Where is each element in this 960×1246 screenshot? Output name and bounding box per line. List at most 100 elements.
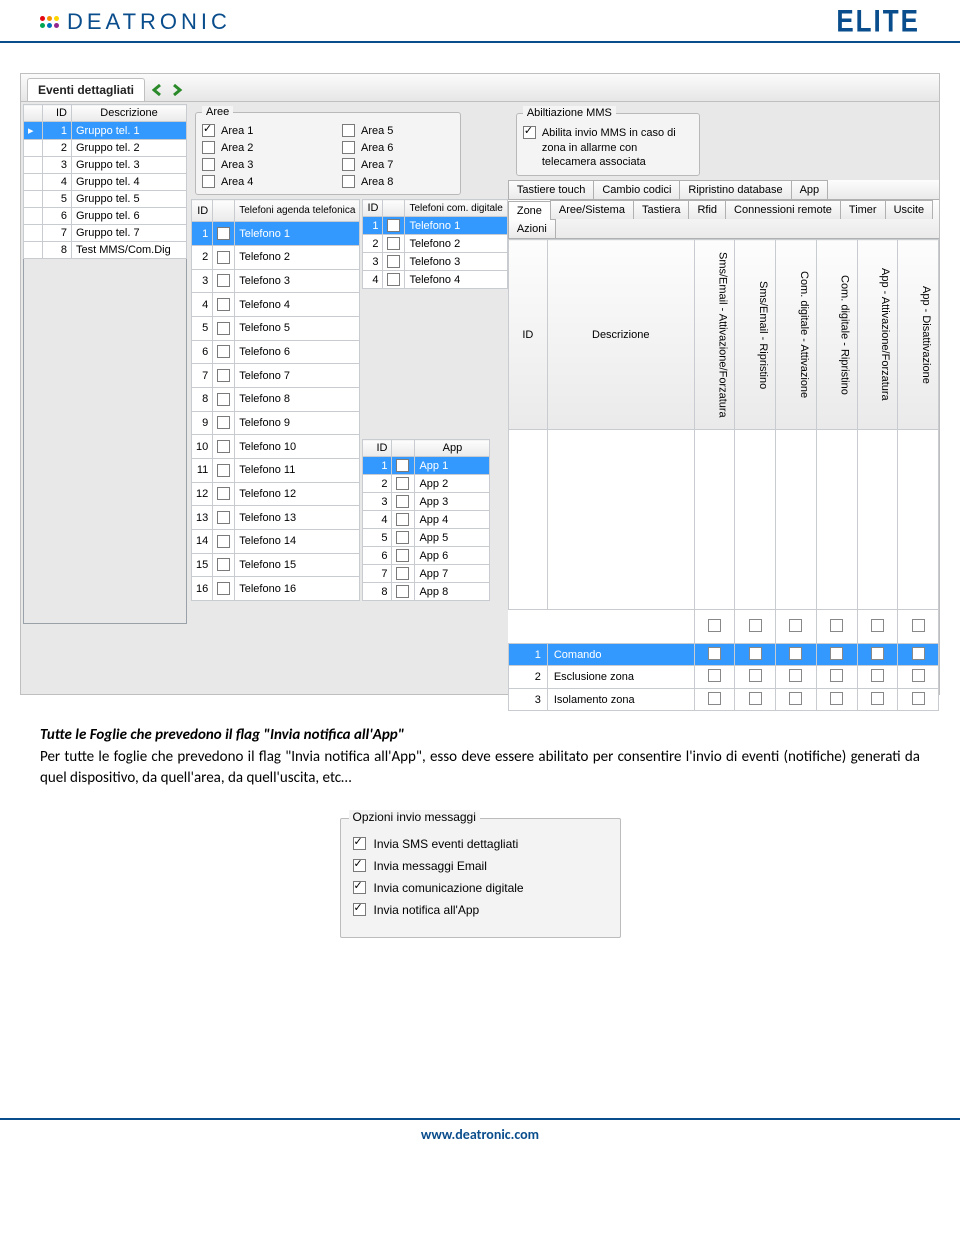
table-row[interactable]: 12Telefono 12 bbox=[192, 482, 360, 506]
table-row[interactable]: 2Esclusione zona bbox=[508, 666, 938, 688]
tab-rfid[interactable]: Rfid bbox=[688, 200, 726, 219]
mms-checkbox[interactable] bbox=[523, 126, 536, 139]
checkbox-icon[interactable] bbox=[830, 669, 843, 682]
tab-timer[interactable]: Timer bbox=[840, 200, 886, 219]
table-row[interactable]: 3Gruppo tel. 3 bbox=[24, 157, 187, 174]
table-row[interactable]: 14Telefono 14 bbox=[192, 529, 360, 553]
table-row[interactable]: 4Telefono 4 bbox=[192, 293, 360, 317]
table-row[interactable]: 2Gruppo tel. 2 bbox=[24, 140, 187, 157]
table-row[interactable]: 6Gruppo tel. 6 bbox=[24, 208, 187, 225]
tab-eventi-dettagliati[interactable]: Eventi dettagliati bbox=[27, 78, 145, 101]
checkbox-icon[interactable] bbox=[217, 511, 230, 524]
table-row[interactable]: 8App 8 bbox=[363, 583, 490, 601]
checkbox-icon[interactable] bbox=[217, 227, 230, 240]
tab-tastiera[interactable]: Tastiera bbox=[633, 200, 690, 219]
checkbox-icon[interactable] bbox=[789, 647, 802, 660]
checkbox-icon[interactable] bbox=[202, 141, 215, 154]
checkbox-icon[interactable] bbox=[342, 158, 355, 171]
checkbox-icon[interactable] bbox=[396, 477, 409, 490]
checkbox-icon[interactable] bbox=[708, 647, 721, 660]
checkbox-icon[interactable] bbox=[912, 692, 925, 705]
table-row[interactable]: 1Comando bbox=[508, 644, 938, 666]
groups-grid[interactable]: IDDescrizione ▸1Gruppo tel. 12Gruppo tel… bbox=[23, 104, 187, 624]
table-row[interactable]: 4Telefono 4 bbox=[363, 271, 507, 289]
table-row[interactable]: 8Telefono 8 bbox=[192, 387, 360, 411]
checkbox-icon[interactable] bbox=[396, 459, 409, 472]
area-checkbox-item[interactable]: Area 5 bbox=[342, 124, 454, 137]
checkbox-icon[interactable] bbox=[217, 487, 230, 500]
checkbox-icon[interactable] bbox=[789, 692, 802, 705]
checkbox-icon[interactable] bbox=[353, 903, 366, 916]
table-row[interactable]: 3Isolamento zona bbox=[508, 688, 938, 710]
nav-forward-icon[interactable] bbox=[169, 83, 185, 97]
checkbox-icon[interactable] bbox=[396, 567, 409, 580]
table-row[interactable]: 1App 1 bbox=[363, 457, 490, 475]
checkbox-icon[interactable] bbox=[202, 158, 215, 171]
checkbox-icon[interactable] bbox=[789, 669, 802, 682]
table-row[interactable]: 11Telefono 11 bbox=[192, 458, 360, 482]
checkbox-icon[interactable] bbox=[217, 251, 230, 264]
table-row[interactable]: 15Telefono 15 bbox=[192, 553, 360, 577]
checkbox-icon[interactable] bbox=[708, 619, 721, 632]
area-checkbox-item[interactable]: Area 8 bbox=[342, 175, 454, 188]
table-row[interactable]: 9Telefono 9 bbox=[192, 411, 360, 435]
table-row[interactable]: 8Test MMS/Com.Dig bbox=[24, 242, 187, 259]
tab-uscite[interactable]: Uscite bbox=[885, 200, 934, 219]
table-row[interactable]: 5Telefono 5 bbox=[192, 316, 360, 340]
area-checkbox-item[interactable]: Area 2 bbox=[202, 141, 314, 154]
checkbox-icon[interactable] bbox=[217, 440, 230, 453]
tab-cambio-codici[interactable]: Cambio codici bbox=[593, 180, 680, 199]
table-row[interactable]: 1Telefono 1 bbox=[192, 222, 360, 246]
checkbox-icon[interactable] bbox=[396, 531, 409, 544]
nav-back-icon[interactable] bbox=[151, 83, 167, 97]
area-checkbox-item[interactable]: Area 4 bbox=[202, 175, 314, 188]
checkbox-icon[interactable] bbox=[387, 219, 400, 232]
checkbox-icon[interactable] bbox=[353, 859, 366, 872]
tab-connessioni-remote[interactable]: Connessioni remote bbox=[725, 200, 841, 219]
checkbox-icon[interactable] bbox=[871, 647, 884, 660]
checkbox-icon[interactable] bbox=[342, 175, 355, 188]
table-row[interactable]: ▸1Gruppo tel. 1 bbox=[24, 122, 187, 140]
checkbox-icon[interactable] bbox=[202, 175, 215, 188]
checkbox-icon[interactable] bbox=[912, 647, 925, 660]
checkbox-icon[interactable] bbox=[217, 582, 230, 595]
area-checkbox-item[interactable]: Area 7 bbox=[342, 158, 454, 171]
checkbox-icon[interactable] bbox=[749, 647, 762, 660]
tab-azioni[interactable]: Azioni bbox=[508, 219, 556, 238]
table-row[interactable]: 13Telefono 13 bbox=[192, 506, 360, 530]
table-row[interactable]: 6Telefono 6 bbox=[192, 340, 360, 364]
checkbox-icon[interactable] bbox=[387, 255, 400, 268]
table-row[interactable]: 4App 4 bbox=[363, 511, 490, 529]
table-row[interactable]: 3Telefono 3 bbox=[192, 269, 360, 293]
checkbox-icon[interactable] bbox=[217, 345, 230, 358]
option-item[interactable]: Invia notifica all'App bbox=[353, 903, 608, 917]
checkbox-icon[interactable] bbox=[396, 549, 409, 562]
checkbox-icon[interactable] bbox=[396, 513, 409, 526]
checkbox-icon[interactable] bbox=[708, 669, 721, 682]
checkbox-icon[interactable] bbox=[387, 273, 400, 286]
checkbox-icon[interactable] bbox=[353, 837, 366, 850]
tab-aree-sistema[interactable]: Aree/Sistema bbox=[550, 200, 634, 219]
table-row[interactable]: 3App 3 bbox=[363, 493, 490, 511]
checkbox-icon[interactable] bbox=[387, 237, 400, 250]
tel-com-grid[interactable]: IDTelefoni com. digitale 1Telefono 12Tel… bbox=[362, 199, 507, 289]
zone-grid[interactable]: ID Descrizione Sms/Email - Attivazione/F… bbox=[508, 239, 939, 711]
checkbox-icon[interactable] bbox=[871, 692, 884, 705]
table-row[interactable]: 7Telefono 7 bbox=[192, 364, 360, 388]
checkbox-icon[interactable] bbox=[830, 692, 843, 705]
apps-grid[interactable]: IDApp 1App 12App 23App 34App 45App 56App… bbox=[362, 439, 490, 601]
table-row[interactable]: 5App 5 bbox=[363, 529, 490, 547]
checkbox-icon[interactable] bbox=[708, 692, 721, 705]
checkbox-icon[interactable] bbox=[830, 647, 843, 660]
table-row[interactable]: 6App 6 bbox=[363, 547, 490, 565]
checkbox-icon[interactable] bbox=[342, 124, 355, 137]
checkbox-icon[interactable] bbox=[217, 535, 230, 548]
checkbox-icon[interactable] bbox=[217, 393, 230, 406]
table-row[interactable]: 5Gruppo tel. 5 bbox=[24, 191, 187, 208]
checkbox-icon[interactable] bbox=[749, 669, 762, 682]
checkbox-icon[interactable] bbox=[912, 669, 925, 682]
area-checkbox-item[interactable]: Area 3 bbox=[202, 158, 314, 171]
option-item[interactable]: Invia SMS eventi dettagliati bbox=[353, 837, 608, 851]
checkbox-icon[interactable] bbox=[353, 881, 366, 894]
table-row[interactable]: 10Telefono 10 bbox=[192, 435, 360, 459]
